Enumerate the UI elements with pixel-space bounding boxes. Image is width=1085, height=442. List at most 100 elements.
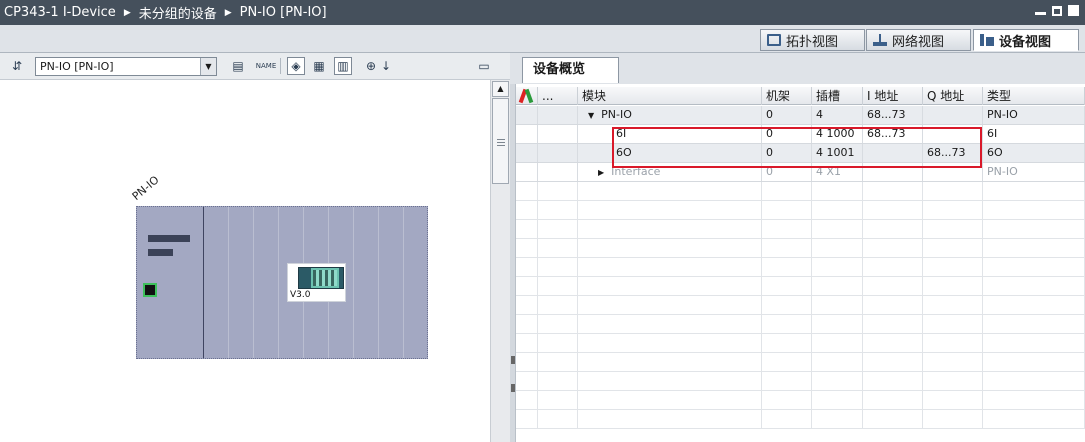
tab-network-view[interactable]: 网络视图 [866, 29, 971, 51]
column-q-address[interactable]: Q 地址 [923, 87, 983, 105]
device-canvas[interactable]: PN-IO V3.0 [0, 80, 490, 442]
panel-layout-icon[interactable]: ▭ [475, 57, 493, 75]
breadcrumb: CP343-1 I-Device ▶ 未分组的设备 ▶ PN-IO [PN-IO… [4, 3, 327, 22]
rack-value: 0 [762, 106, 812, 124]
restore-icon[interactable] [1052, 5, 1062, 16]
empty-row [516, 258, 1085, 277]
breadcrumb-separator-icon: ▶ [123, 7, 131, 18]
grid-icon[interactable]: ▤ [229, 57, 247, 75]
breadcrumb-group[interactable]: 未分组的设备 [139, 3, 217, 22]
minimize-icon[interactable] [1035, 6, 1046, 15]
tab-topology-view[interactable]: 拓扑视图 [760, 29, 865, 51]
rack-label-bar [148, 235, 190, 242]
tab-label: 网络视图 [892, 34, 945, 50]
tab-device-overview[interactable]: 设备概览 [522, 57, 619, 83]
expand-right-icon[interactable]: ▶ [598, 168, 604, 177]
breadcrumb-device[interactable]: PN-IO [PN-IO] [240, 5, 327, 20]
chevron-down-icon[interactable]: ▼ [200, 58, 216, 75]
tab-label: 拓扑视图 [786, 34, 839, 50]
slot-value: 4 1001 [812, 144, 863, 162]
splitter-arrow-icon[interactable] [511, 384, 515, 392]
zoom-dropdown-icon[interactable]: ↓ [380, 57, 392, 75]
empty-row [516, 296, 1085, 315]
empty-row [516, 391, 1085, 410]
type-value: PN-IO [983, 106, 1085, 124]
table-row[interactable]: 6O 0 4 1001 68...73 6O [516, 144, 1085, 163]
vertical-scrollbar[interactable]: ▲ [490, 80, 510, 442]
module-name: 6I [578, 125, 762, 143]
empty-row [516, 239, 1085, 258]
empty-row [516, 182, 1085, 201]
page-icon[interactable]: ▥ [334, 57, 352, 75]
empty-row [516, 277, 1085, 296]
rack-value: 0 [762, 144, 812, 162]
table-row[interactable]: ▶ Interface 0 4 X1 PN-IO [516, 163, 1085, 182]
overview-tab-strip: 设备概览 [510, 53, 1085, 84]
tab-label: 设备视图 [999, 34, 1052, 50]
device-overview-panel: 设备概览 ... 模块 机架 插槽 I 地址 Q 地址 类型 ▼ PN-IO 0… [510, 53, 1085, 442]
rack-value: 0 [762, 163, 812, 181]
q-address-value [923, 125, 983, 143]
slot-value: 4 X1 [812, 163, 863, 181]
rack-label-bar [148, 249, 173, 256]
module-name: ▼ PN-IO [578, 106, 762, 124]
empty-row [516, 201, 1085, 220]
q-address-value: 68...73 [923, 144, 983, 162]
ethernet-port-icon[interactable] [143, 283, 157, 297]
empty-row [516, 334, 1085, 353]
empty-row [516, 220, 1085, 239]
i-address-value [863, 144, 923, 162]
device-icon [980, 34, 994, 46]
column-status[interactable] [516, 87, 538, 105]
column-module[interactable]: 模块 [578, 87, 762, 105]
tab-device-view[interactable]: 设备视图 [973, 29, 1079, 51]
table-icon[interactable]: ▦ [310, 57, 328, 75]
splitter-arrow-icon[interactable] [511, 356, 515, 364]
name-label-icon[interactable]: NAME [256, 57, 277, 75]
q-address-value [923, 106, 983, 124]
empty-row [516, 372, 1085, 391]
view-tab-strip: 拓扑视图 网络视图 设备视图 [0, 25, 1085, 53]
empty-row [516, 353, 1085, 372]
column-slot[interactable]: 插槽 [812, 87, 863, 105]
slot-value: 4 1000 [812, 125, 863, 143]
rack-value: 0 [762, 125, 812, 143]
table-row[interactable]: ▼ PN-IO 0 4 68...73 PN-IO [516, 106, 1085, 125]
table-header: ... 模块 机架 插槽 I 地址 Q 地址 类型 [516, 87, 1085, 105]
q-address-value [923, 163, 983, 181]
device-rack[interactable]: V3.0 [136, 206, 428, 359]
scroll-thumb[interactable] [492, 98, 509, 184]
type-value: 6I [983, 125, 1085, 143]
device-add-icon[interactable]: ⇵ [8, 57, 26, 75]
breadcrumb-project[interactable]: CP343-1 I-Device [4, 5, 116, 20]
column-i-address[interactable]: I 地址 [863, 87, 923, 105]
i-address-value: 68...73 [863, 106, 923, 124]
toolbar-divider [280, 58, 281, 74]
plc-module[interactable]: V3.0 [287, 263, 346, 302]
column-more[interactable]: ... [538, 87, 578, 105]
module-name: ▶ Interface [578, 163, 762, 181]
show-labels-icon[interactable]: ◈ [287, 57, 305, 75]
device-view-panel: ⇵ PN-IO [PN-IO] ▼ ▤ NAME ◈ ▦ ▥ ⊕ ↓ ▭ PN-… [0, 53, 510, 442]
network-icon [873, 34, 887, 46]
device-view-toolbar: ⇵ PN-IO [PN-IO] ▼ ▤ NAME ◈ ▦ ▥ ⊕ ↓ ▭ [0, 53, 510, 80]
i-address-value [863, 163, 923, 181]
plc-icon [298, 267, 344, 289]
column-type[interactable]: 类型 [983, 87, 1085, 105]
table-row[interactable]: 6I 0 4 1000 68...73 6I [516, 125, 1085, 144]
slot-value: 4 [812, 106, 863, 124]
zoom-in-icon[interactable]: ⊕ [362, 57, 380, 75]
type-value: PN-IO [983, 163, 1085, 181]
expand-down-icon[interactable]: ▼ [588, 111, 594, 120]
device-overview-table: ... 模块 机架 插槽 I 地址 Q 地址 类型 ▼ PN-IO 0 4 68… [516, 84, 1085, 442]
device-name-label: PN-IO [129, 173, 162, 203]
scroll-up-icon[interactable]: ▲ [492, 81, 509, 97]
window-controls [1035, 5, 1079, 16]
empty-row [516, 410, 1085, 429]
i-address-value: 68...73 [863, 125, 923, 143]
maximize-icon[interactable] [1068, 5, 1079, 16]
topology-icon [767, 34, 781, 46]
device-select[interactable]: PN-IO [PN-IO] ▼ [35, 57, 217, 76]
column-rack[interactable]: 机架 [762, 87, 812, 105]
wrench-icon [519, 89, 533, 103]
